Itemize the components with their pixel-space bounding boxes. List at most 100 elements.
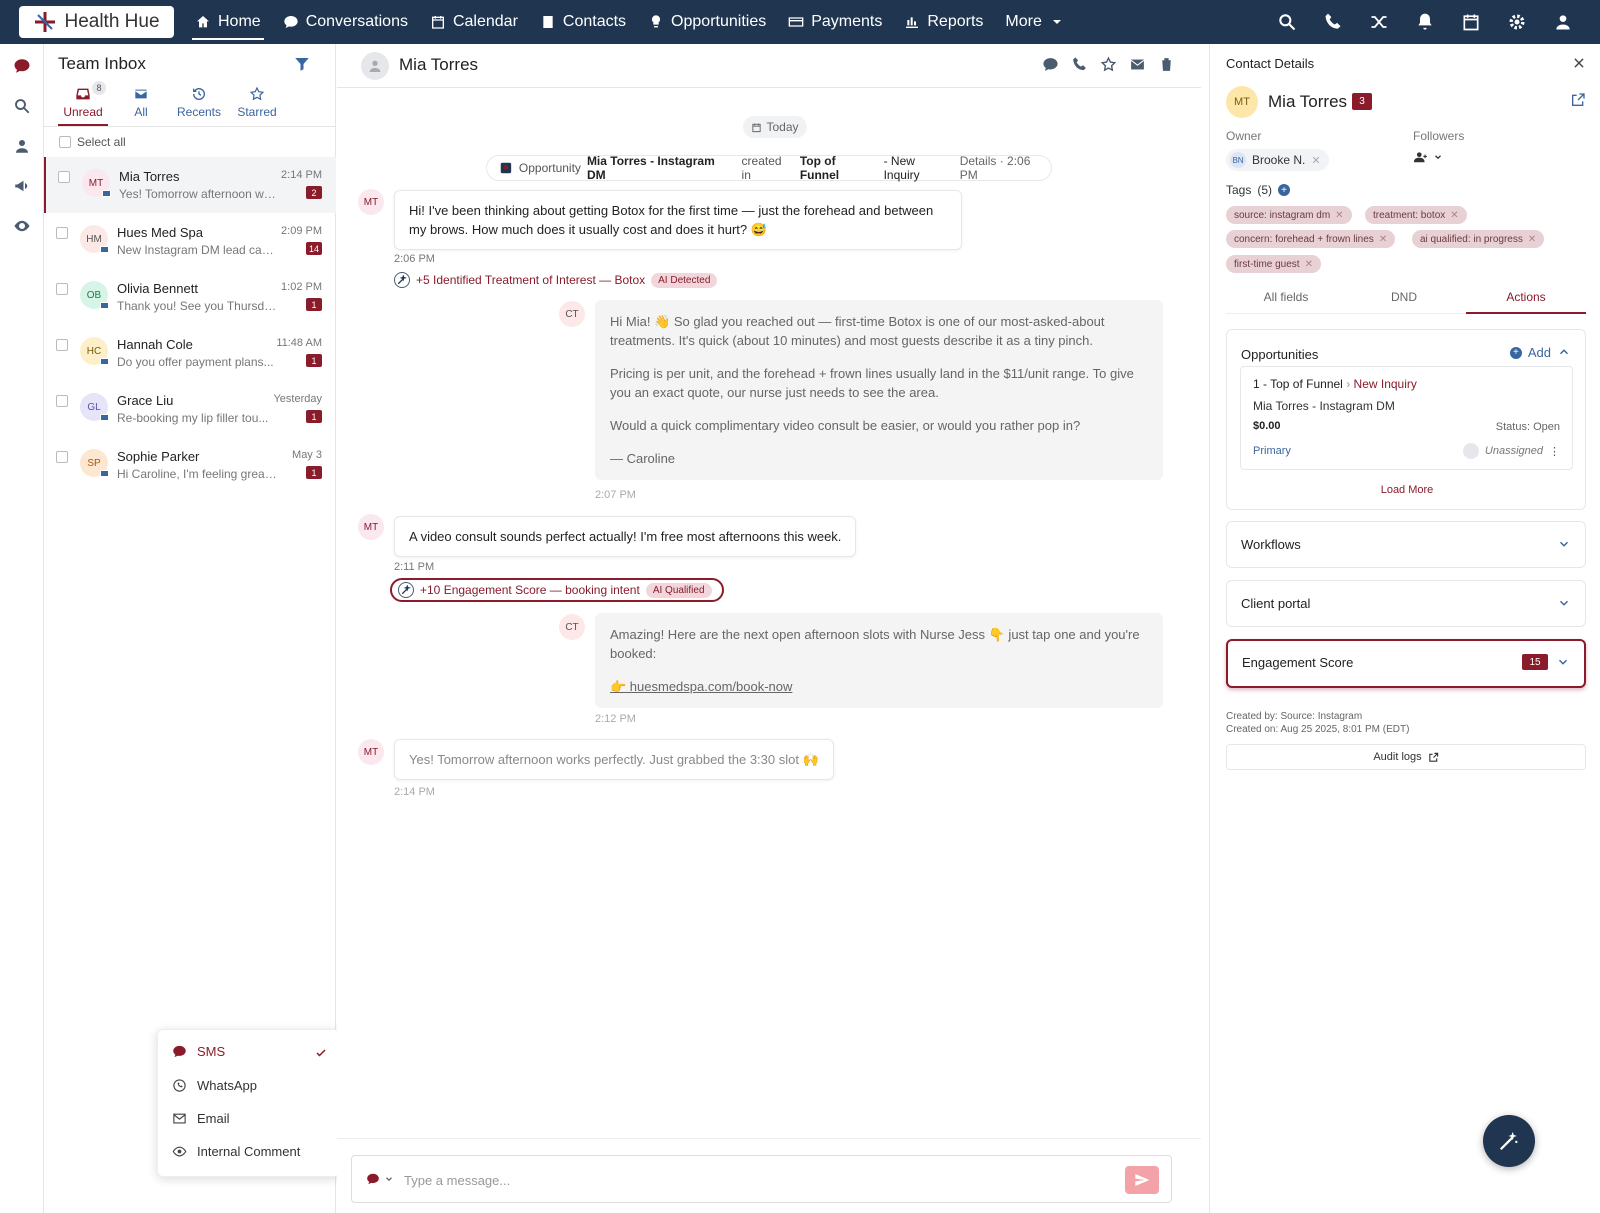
tab-starred[interactable]: Starred [232,82,282,126]
channel-internal-comment[interactable]: Internal Comment [172,1144,300,1159]
workflows-card[interactable]: Workflows [1226,521,1586,568]
conversation-row[interactable]: HC Hannah Cole Do you offer payment plans.… [44,325,336,381]
message-time: 2:11 PM [394,561,435,573]
tag-chip[interactable]: first-time guest ✕ [1226,255,1321,273]
load-more-button[interactable]: Load More [1227,484,1587,496]
trash-icon[interactable] [1158,56,1175,73]
remove-icon[interactable]: ✕ [1311,154,1320,167]
audit-logs-button[interactable]: Audit logs [1226,744,1586,770]
external-link-icon[interactable] [1570,92,1586,108]
gear-icon[interactable] [1494,0,1540,44]
nav-contacts[interactable]: Contacts [529,0,637,44]
tag-chip[interactable]: ai qualified: in progress ✕ [1412,230,1545,248]
send-button[interactable] [1125,1166,1159,1194]
close-icon[interactable] [1572,56,1586,70]
ai-event-engagement: +10 Engagement Score — booking intent AI… [390,578,724,602]
bell-icon[interactable] [1402,0,1448,44]
calendar-icon[interactable] [1448,0,1494,44]
channel-whatsapp[interactable]: WhatsApp [172,1078,257,1093]
phone-icon[interactable] [1071,56,1088,73]
client-portal-card[interactable]: Client portal [1226,580,1586,627]
booking-link[interactable]: 👉 huesmedspa.com/book-now [610,677,1148,696]
nav-reports[interactable]: Reports [893,0,994,44]
chevron-up-icon[interactable] [1557,345,1571,359]
row-checkbox[interactable] [58,171,70,183]
tab-recents[interactable]: Recents [174,82,224,126]
tab-unread[interactable]: 8 Unread [58,81,108,126]
chevron-down-icon[interactable] [1557,596,1571,610]
message-input[interactable]: Type a message... [404,1173,510,1188]
nav-opportunities[interactable]: Opportunities [637,0,777,44]
conversation-contact-name: Mia Torres [399,55,479,74]
tab-dnd[interactable]: DND [1344,290,1464,304]
more-icon[interactable]: ⋮ [1549,445,1560,458]
app-logo[interactable]: Health Hue [19,6,174,38]
assignee[interactable]: Unassigned ⋮ [1462,443,1560,459]
tab-all[interactable]: All [116,82,166,126]
megaphone-icon[interactable] [12,176,32,196]
channel-label: WhatsApp [197,1078,257,1093]
message-paragraph: Pricing is per unit, and the forehead + … [610,366,1134,400]
channel-selector[interactable] [366,1172,394,1186]
followers-label: Followers [1413,129,1465,143]
opportunity-item[interactable]: 1 - Top of Funnel › New Inquiry Mia Torr… [1240,366,1573,470]
shuffle-icon[interactable] [1356,0,1402,44]
owner-chip[interactable]: BN Brooke N. ✕ [1226,149,1329,171]
star-icon[interactable] [1100,56,1117,73]
conversation-row[interactable]: HM Hues Med Spa New Instagram DM lead capt… [44,213,336,269]
nav-conversations[interactable]: Conversations [272,0,419,44]
phone-icon[interactable] [1310,0,1356,44]
remove-icon[interactable]: ✕ [1450,210,1458,221]
mail-icon[interactable] [1129,56,1146,73]
unread-badge: 1 [306,466,322,479]
chat-icon[interactable] [12,56,32,76]
row-checkbox[interactable] [56,227,68,239]
remove-icon[interactable]: ✕ [1335,210,1343,221]
select-all-checkbox[interactable] [59,136,71,148]
nav-payments[interactable]: Payments [777,0,893,44]
row-checkbox[interactable] [56,395,68,407]
chat-icon[interactable] [1042,56,1059,73]
conversation-row[interactable]: MT Mia Torres Yes! Tomorrow afternoon wo..… [44,157,336,213]
panel-title: Contact Details [1226,56,1315,71]
tag-chip[interactable]: concern: forehead + frown lines ✕ [1226,230,1396,248]
remove-icon[interactable]: ✕ [1305,259,1313,270]
eye-icon[interactable] [12,216,32,236]
add-follower-button[interactable] [1413,150,1443,164]
row-checkbox[interactable] [56,451,68,463]
remove-icon[interactable]: ✕ [1528,234,1536,245]
send-icon [1135,1174,1150,1186]
nav-home[interactable]: Home [184,0,272,44]
event-opportunity-name[interactable]: Mia Torres - Instagram DM [587,154,736,182]
channel-sms[interactable]: SMS [172,1044,225,1059]
contact-icon[interactable] [12,136,32,156]
tag-chip[interactable]: treatment: botox ✕ [1365,206,1467,224]
conversation-row[interactable]: GL Grace Liu Re-booking my lip filler tou.… [44,381,336,437]
row-checkbox[interactable] [56,339,68,351]
tag-chip[interactable]: source: instagram dm ✕ [1226,206,1352,224]
tab-actions[interactable]: Actions [1466,290,1586,314]
channel-email[interactable]: Email [172,1111,230,1126]
search-icon[interactable] [1264,0,1310,44]
conversation-row[interactable]: SP Sophie Parker Hi Caroline, I'm feeling … [44,437,336,493]
row-checkbox[interactable] [56,283,68,295]
tab-all-fields[interactable]: All fields [1226,290,1346,304]
ai-assistant-button[interactable] [1483,1115,1535,1167]
add-tag-icon[interactable]: + [1278,184,1291,196]
engagement-score-card[interactable]: Engagement Score 15 [1226,639,1586,688]
message-paragraph: Hi Mia! 👋 So glad you reached out — firs… [610,314,1105,348]
nav-more[interactable]: More [994,0,1075,44]
event-details-link[interactable]: Details · 2:06 PM [960,154,1051,182]
conversation-row[interactable]: OB Olivia Bennett Thank you! See you Thurs… [44,269,336,325]
channel-label: Email [197,1111,230,1126]
remove-icon[interactable]: ✕ [1379,234,1387,245]
chevron-down-icon[interactable] [1557,537,1571,551]
chevron-down-icon[interactable] [1556,655,1570,669]
date-divider: Today [743,116,807,138]
add-opportunity-button[interactable]: + Add [1509,345,1551,360]
select-all[interactable]: Select all [59,135,126,149]
user-icon[interactable] [1540,0,1586,44]
filter-icon[interactable] [293,55,311,73]
search-icon[interactable] [12,96,32,116]
nav-calendar[interactable]: Calendar [419,0,529,44]
